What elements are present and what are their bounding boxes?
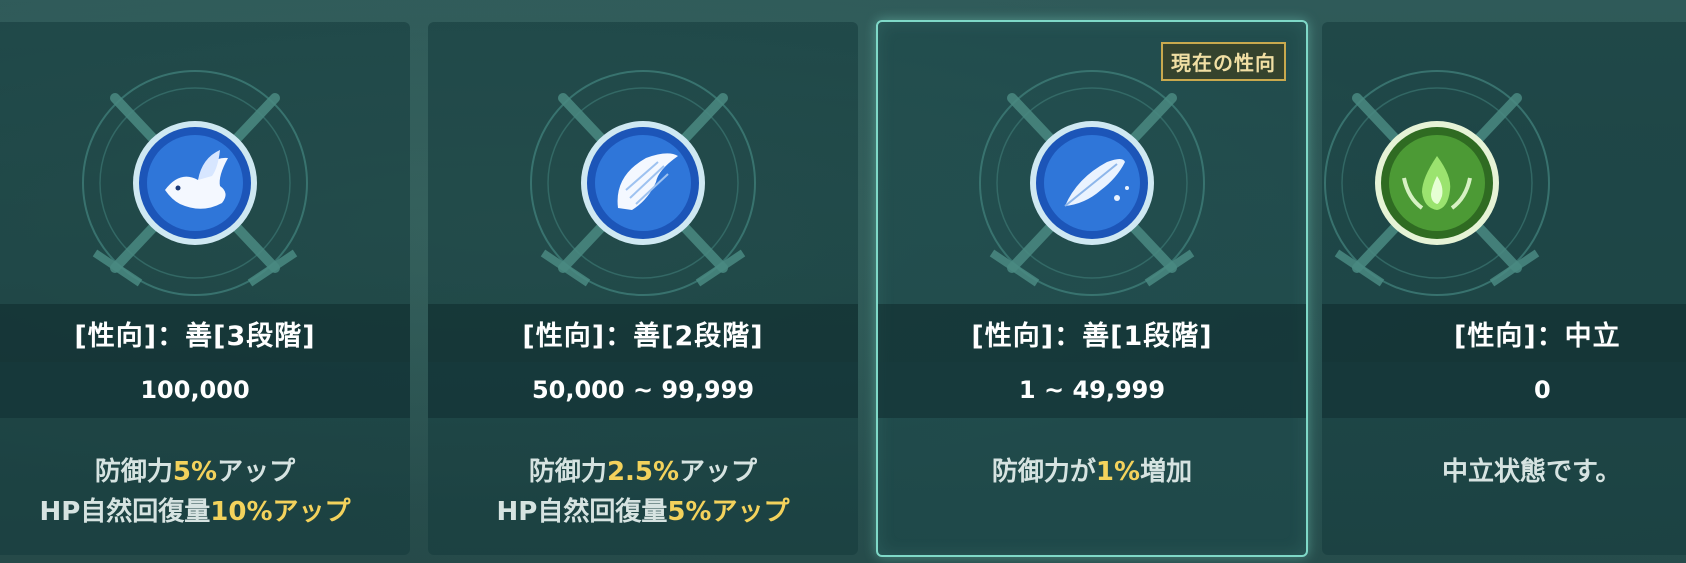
crossed-swords-emblem-icon <box>979 70 1205 296</box>
emblem-area <box>0 22 410 304</box>
effect-value: 1% <box>1095 457 1141 487</box>
effect-text: アップ <box>272 497 351 527</box>
card-effects: 防御力5%アップ HP自然回復量10%アップ <box>0 452 410 532</box>
effect-text: アップ <box>711 497 790 527</box>
effect-text: アップ <box>679 457 758 487</box>
emblem-area <box>428 22 858 304</box>
effect-value: 5% <box>172 457 218 487</box>
card-range: 100,000 <box>0 362 410 418</box>
effect-line-2: HP自然回復量5%アップ <box>497 492 790 532</box>
alignment-card-good-3[interactable]: [性向]：善[3段階] 100,000 防御力5%アップ HP自然回復量10%ア… <box>0 22 410 555</box>
crossed-swords-emblem-icon <box>530 70 756 296</box>
crossed-swords-emblem-icon <box>82 70 308 296</box>
alignment-screen: [性向]：善[3段階] 100,000 防御力5%アップ HP自然回復量10%ア… <box>0 0 1686 563</box>
effect-text: 防御力 <box>528 457 607 487</box>
effect-value: 2.5% <box>606 457 680 487</box>
effect-value: 5% <box>667 497 712 527</box>
effect-value: 10% <box>210 497 273 527</box>
alignment-card-neutral[interactable]: [性向]：中立 0 中立状態です。 <box>1322 22 1686 555</box>
card-effects: 防御力2.5%アップ HP自然回復量5%アップ <box>428 452 858 532</box>
card-title: [性向]：善[1段階] <box>878 304 1306 362</box>
card-effects: 防御力が1%増加 <box>878 452 1306 492</box>
effect-text: アップ <box>217 457 296 487</box>
effect-line-2: HP自然回復量10%アップ <box>39 492 350 532</box>
alignment-card-good-2[interactable]: [性向]：善[2段階] 50,000 ~ 99,999 防御力2.5%アップ H… <box>428 22 858 555</box>
card-title: [性向]：善[2段階] <box>428 304 858 362</box>
effect-text: HP自然回復量 <box>39 497 211 527</box>
effect-text: HP自然回復量 <box>496 497 668 527</box>
effect-line-1: 防御力5%アップ <box>95 452 295 492</box>
emblem-area <box>878 22 1306 304</box>
effect-text: 防御力が <box>991 457 1096 487</box>
card-title: [性向]：中立 <box>1322 304 1686 362</box>
card-range: 0 <box>1322 362 1686 418</box>
effect-text: 防御力 <box>94 457 173 487</box>
card-range: 50,000 ~ 99,999 <box>428 362 858 418</box>
effect-line-1: 防御力2.5%アップ <box>529 452 757 492</box>
effect-line-1: 防御力が1%増加 <box>992 452 1192 492</box>
effect-text: 増加 <box>1140 457 1193 487</box>
card-range: 1 ~ 49,999 <box>878 362 1306 418</box>
card-effects: 中立状態です。 <box>1322 452 1686 492</box>
effect-line-1: 中立状態です。 <box>1442 452 1621 492</box>
effect-text: 中立状態です。 <box>1442 457 1622 487</box>
alignment-card-good-1[interactable]: 現在の性向 [性向]：善[1段階] 1 ~ 49,999 防御力が1%増加 <box>876 20 1308 557</box>
card-title: [性向]：善[3段階] <box>0 304 410 362</box>
emblem-area <box>1322 22 1686 304</box>
crossed-swords-emblem-icon <box>1324 70 1550 296</box>
